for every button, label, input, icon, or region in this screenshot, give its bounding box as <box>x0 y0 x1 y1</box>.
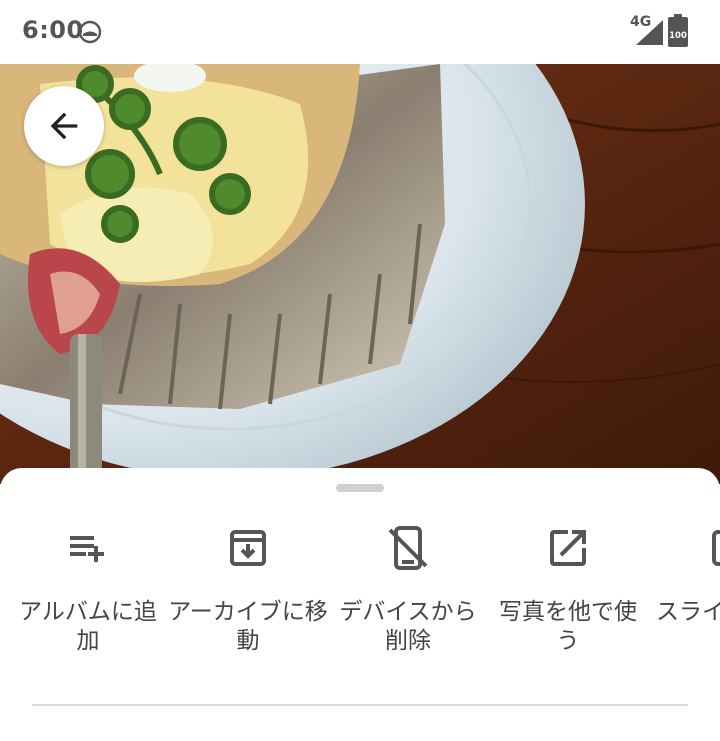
playlist-add-icon <box>70 536 104 562</box>
slideshow-button[interactable]: スライ <box>646 524 720 674</box>
slideshow-icon <box>712 530 720 566</box>
open-in-new-icon <box>550 530 586 566</box>
move-to-archive-label: アーカイブに移動 <box>168 599 328 654</box>
add-to-album-label: アルバムに追加 <box>19 599 157 654</box>
battery-level: 100 <box>669 31 687 41</box>
slideshow-label: スライ <box>656 599 720 625</box>
battery-icon: 100 <box>668 14 688 47</box>
arrow-back-icon <box>50 112 78 140</box>
cake-photo <box>0 64 720 484</box>
status-time: 6:00 <box>22 16 84 44</box>
delete-from-device-button[interactable]: デバイスから削除 <box>326 524 490 674</box>
do-not-disturb-icon <box>78 20 102 44</box>
actions-bottom-sheet: アルバムに追加 アーカイブに移動 デバイスから削除 写真を他で使う スライ <box>0 468 720 741</box>
status-bar: 6:00 4G 100 <box>0 0 720 64</box>
move-to-archive-button[interactable]: アーカイブに移動 <box>166 524 330 674</box>
delete-from-device-label: デバイスから削除 <box>339 599 477 654</box>
use-photo-elsewhere-button[interactable]: 写真を他で使う <box>486 524 650 674</box>
sheet-divider <box>32 704 688 706</box>
photo-viewer[interactable] <box>0 64 720 484</box>
back-button[interactable] <box>24 86 104 166</box>
add-to-album-button[interactable]: アルバムに追加 <box>6 524 170 674</box>
cellular-signal-icon <box>636 20 663 45</box>
drag-handle[interactable] <box>336 484 384 492</box>
archive-icon <box>230 530 266 566</box>
delete-from-device-icon <box>388 526 428 570</box>
use-photo-elsewhere-label: 写真を他で使う <box>499 599 637 654</box>
